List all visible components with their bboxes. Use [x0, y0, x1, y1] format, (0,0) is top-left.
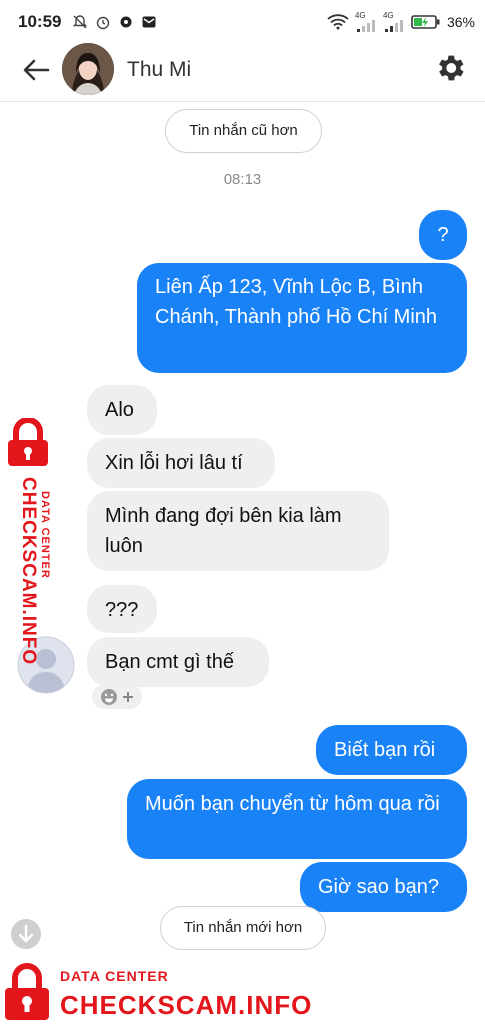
battery-charging-icon — [411, 15, 440, 29]
watermark-bottom: DATA CENTER CHECKSCAM.INFO — [0, 958, 311, 1024]
signal-icon — [356, 20, 375, 32]
padlock-icon — [5, 963, 49, 1020]
back-arrow-icon[interactable] — [20, 54, 52, 86]
mail-icon — [142, 16, 156, 28]
contact-name[interactable]: Thu Mi — [127, 58, 191, 82]
clock: 10:59 — [18, 12, 62, 31]
settings-status-icon — [120, 16, 132, 28]
outgoing-message[interactable]: Liên Ấp 123, Vĩnh Lộc B, Bình Chánh, Thà… — [137, 263, 467, 373]
contact-avatar[interactable] — [62, 43, 114, 95]
watermark-brand-text: CHECKSCAM.INFO — [60, 990, 313, 1020]
scroll-down-icon[interactable] — [10, 918, 42, 950]
signal-2: 4G — [383, 12, 405, 32]
add-reaction-button[interactable] — [92, 685, 142, 709]
incoming-message[interactable]: ??? — [87, 585, 157, 633]
avatar-photo-icon — [62, 43, 114, 95]
outgoing-message[interactable]: ? — [419, 210, 467, 260]
incoming-message[interactable]: Bạn cmt gì thế — [87, 637, 269, 687]
outgoing-message[interactable]: Muốn bạn chuyển từ hôm qua rồi — [127, 779, 467, 859]
message-timestamp: 08:13 — [223, 171, 262, 188]
status-bar: 10:59 4G 4G 36% — [0, 0, 485, 46]
signal-1: 4G — [355, 12, 377, 32]
watermark-vertical: DATA CENTER CHECKSCAM.INFO — [4, 418, 58, 665]
plus-icon — [123, 692, 133, 702]
outgoing-message[interactable]: Biết bạn rồi — [316, 725, 467, 775]
bell-off-icon — [72, 15, 88, 29]
newer-messages-button[interactable]: Tin nhắn mới hơn — [160, 906, 326, 950]
incoming-message[interactable]: Xin lỗi hơi lâu tí — [87, 438, 275, 488]
outgoing-message[interactable]: Giờ sao bạn? — [300, 862, 467, 912]
padlock-icon — [8, 418, 48, 466]
chat-header: Thu Mi — [0, 43, 485, 102]
incoming-message[interactable]: Alo — [87, 385, 157, 435]
wifi-icon — [327, 14, 349, 30]
incoming-message[interactable]: Mình đang đợi bên kia làm luôn — [87, 491, 389, 571]
signal-icon — [384, 20, 403, 32]
battery-percent: 36% — [446, 14, 475, 30]
watermark-small-text: DATA CENTER — [39, 491, 51, 579]
older-messages-button[interactable]: Tin nhắn cũ hơn — [165, 109, 322, 153]
watermark-small-text: DATA CENTER — [60, 968, 169, 984]
alarm-icon — [96, 16, 110, 30]
watermark-brand-text: CHECKSCAM.INFO — [18, 477, 39, 666]
emoji-icon — [101, 689, 117, 705]
gear-icon[interactable] — [433, 51, 467, 85]
